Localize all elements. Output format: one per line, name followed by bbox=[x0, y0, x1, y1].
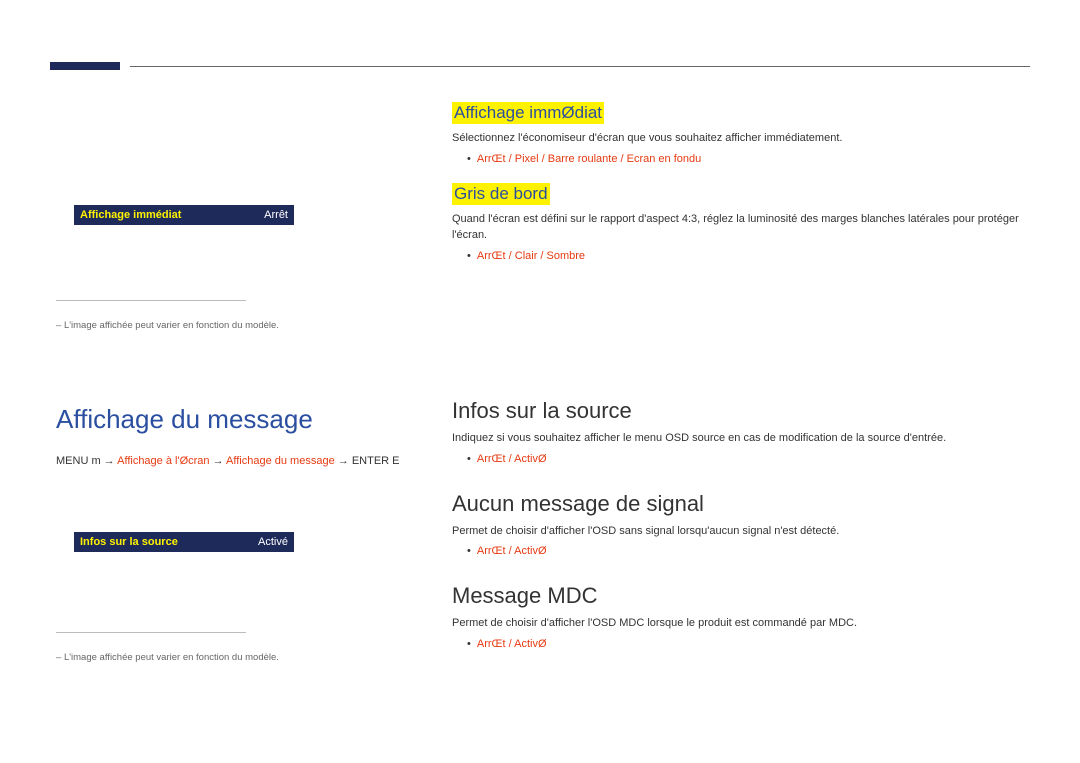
heading-affichage-immediat: Affichage immØdiat bbox=[452, 102, 604, 124]
right-column-upper: Affichage immØdiat Sélectionnez l'économ… bbox=[452, 102, 1032, 262]
breadcrumb-affichage-message: MENU m → Affichage à l'Øcran → Affichage… bbox=[56, 455, 436, 467]
right-column-lower: Infos sur la source Indiquez si vous sou… bbox=[452, 398, 1032, 650]
menu-value: Activé bbox=[258, 536, 288, 548]
options-affichage-immediat: •ArrŒt / Pixel / Barre roulante / Ecran … bbox=[452, 153, 1032, 165]
desc-gris-de-bord: Quand l'écran est défini sur le rapport … bbox=[452, 211, 1032, 244]
desc-affichage-immediat: Sélectionnez l'économiseur d'écran que v… bbox=[452, 130, 1032, 147]
menu-value: Arrêt bbox=[264, 209, 288, 221]
desc-message-mdc: Permet de choisir d'afficher l'OSD MDC l… bbox=[452, 615, 1032, 632]
options-message-mdc: •ArrŒt / ActivØ bbox=[452, 638, 1032, 650]
heading-affichage-message: Affichage du message bbox=[56, 404, 436, 435]
menu-label: Affichage immédiat bbox=[80, 209, 181, 221]
heading-message-mdc: Message MDC bbox=[452, 583, 1032, 609]
heading-infos-source: Infos sur la source bbox=[452, 398, 1032, 424]
options-text: ArrŒt / ActivØ bbox=[477, 453, 547, 465]
breadcrumb-menu: MENU m bbox=[56, 455, 101, 467]
section-gris-de-bord: Gris de bord Quand l'écran est défini su… bbox=[452, 183, 1032, 262]
section-aucun-message: Aucun message de signal Permet de choisi… bbox=[452, 491, 1032, 558]
options-text: ArrŒt / ActivØ bbox=[477, 545, 547, 557]
divider-1 bbox=[56, 300, 246, 301]
breadcrumb-sep: → bbox=[210, 455, 227, 467]
options-text: ArrŒt / ActivØ bbox=[477, 638, 547, 650]
section-affichage-immediat: Affichage immØdiat Sélectionnez l'économ… bbox=[452, 102, 1032, 165]
heading-aucun-message: Aucun message de signal bbox=[452, 491, 1032, 517]
breadcrumb-sep: → bbox=[335, 455, 352, 467]
heading-gris-de-bord: Gris de bord bbox=[452, 183, 550, 205]
note-1: L'image affichée peut varier en fonction… bbox=[56, 320, 406, 331]
menu-label: Infos sur la source bbox=[80, 536, 178, 548]
section-message-mdc: Message MDC Permet de choisir d'afficher… bbox=[452, 583, 1032, 650]
options-gris-de-bord: •ArrŒt / Clair / Sombre bbox=[452, 250, 1032, 262]
options-text: ArrŒt / Pixel / Barre roulante / Ecran e… bbox=[477, 153, 701, 165]
breadcrumb-p1: Affichage à l'Øcran bbox=[117, 455, 209, 467]
options-aucun-message: •ArrŒt / ActivØ bbox=[452, 545, 1032, 557]
desc-infos-source: Indiquez si vous souhaitez afficher le m… bbox=[452, 430, 1032, 447]
section-infos-source: Infos sur la source Indiquez si vous sou… bbox=[452, 398, 1032, 465]
menu-row-infos-source[interactable]: Infos sur la source Activé bbox=[74, 532, 294, 552]
breadcrumb-sep: → bbox=[101, 455, 118, 467]
left-section-affichage-message: Affichage du message MENU m → Affichage … bbox=[56, 404, 436, 467]
breadcrumb-p2: Affichage du message bbox=[226, 455, 335, 467]
note-2: L'image affichée peut varier en fonction… bbox=[56, 652, 406, 663]
options-text: ArrŒt / Clair / Sombre bbox=[477, 250, 585, 262]
desc-aucun-message: Permet de choisir d'afficher l'OSD sans … bbox=[452, 523, 1032, 540]
breadcrumb-enter: ENTER E bbox=[352, 455, 400, 467]
header-accent-bar bbox=[50, 62, 120, 70]
divider-2 bbox=[56, 632, 246, 633]
header-divider bbox=[130, 66, 1030, 67]
options-infos-source: •ArrŒt / ActivØ bbox=[452, 453, 1032, 465]
menu-row-affichage-immediat[interactable]: Affichage immédiat Arrêt bbox=[74, 205, 294, 225]
